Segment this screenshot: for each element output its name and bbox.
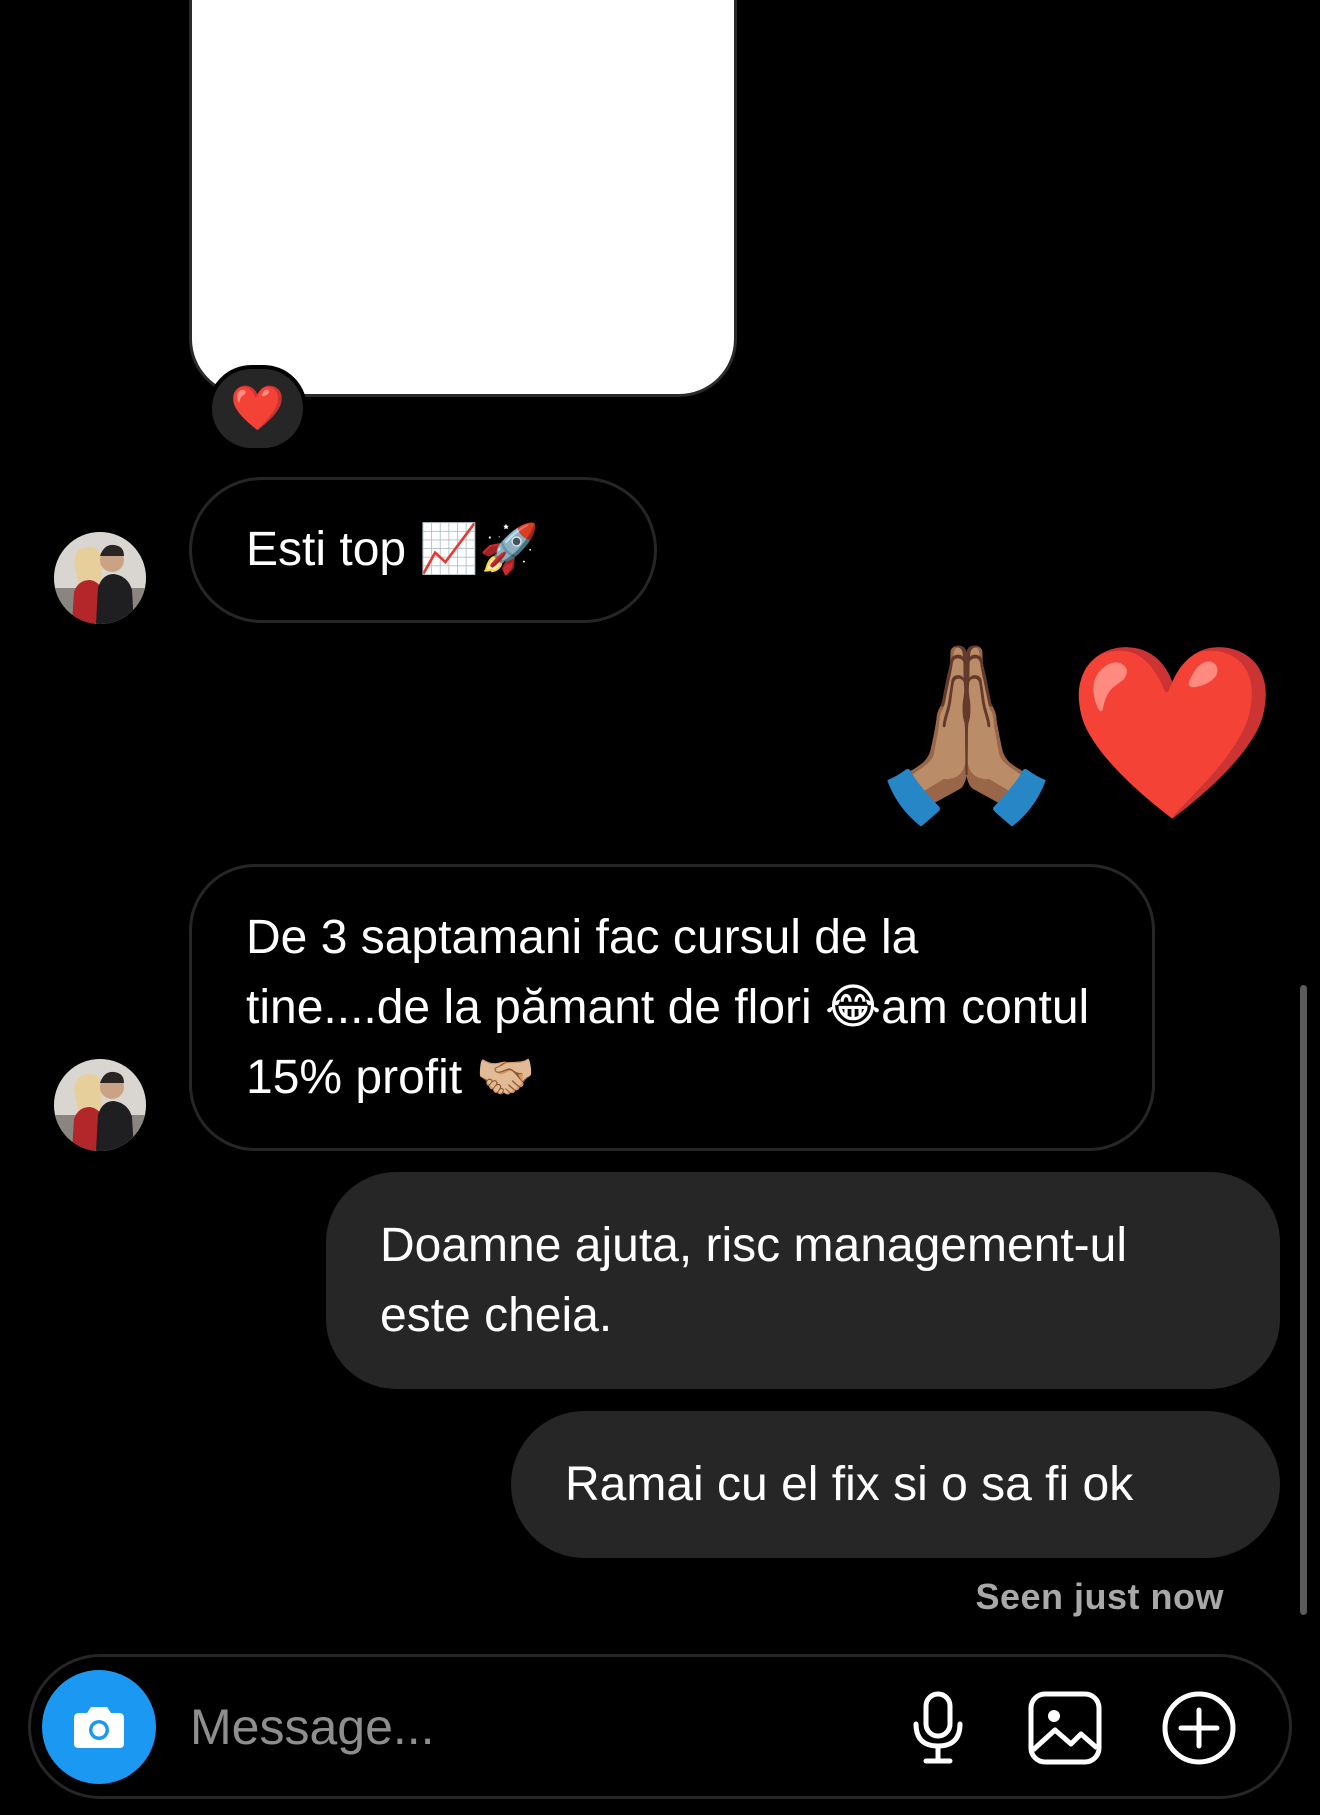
sender-avatar[interactable]	[54, 1059, 146, 1151]
message-reaction[interactable]: ❤️	[208, 365, 307, 452]
camera-button[interactable]	[42, 1670, 156, 1784]
voice-message-button[interactable]	[890, 1680, 986, 1776]
scrollbar[interactable]	[1300, 985, 1307, 1615]
microphone-icon	[913, 1691, 963, 1764]
message-bubble-outgoing[interactable]: Doamne ajuta, risc management-ul este ch…	[326, 1172, 1280, 1389]
heart-reaction-icon: ❤️	[230, 383, 285, 433]
gallery-icon	[1028, 1691, 1102, 1765]
shared-post-card[interactable]	[189, 0, 737, 397]
message-text: Ramai cu el fix si o sa fi ok	[565, 1457, 1134, 1511]
more-options-button[interactable]	[1151, 1680, 1247, 1776]
avatar-photo	[54, 1059, 146, 1151]
camera-icon	[74, 1707, 124, 1748]
message-input[interactable]	[190, 1690, 840, 1764]
seen-status: Seen just now	[975, 1576, 1224, 1617]
avatar-photo	[54, 532, 146, 624]
gallery-button[interactable]	[1017, 1680, 1113, 1776]
plus-icon	[1162, 1691, 1236, 1765]
message-bubble-incoming[interactable]: Esti top 📈🚀	[189, 477, 657, 623]
message-text: De 3 saptamani fac cursul de la tine....…	[246, 910, 1090, 1104]
message-bubble-outgoing[interactable]: Ramai cu el fix si o sa fi ok	[511, 1411, 1280, 1558]
message-emoji-outgoing[interactable]: 🙏🏽❤️	[861, 648, 1278, 818]
message-bubble-incoming[interactable]: De 3 saptamani fac cursul de la tine....…	[189, 864, 1155, 1151]
sender-avatar[interactable]	[54, 532, 146, 624]
message-text: Doamne ajuta, risc management-ul este ch…	[380, 1218, 1128, 1342]
message-text: Esti top 📈🚀	[246, 523, 539, 576]
